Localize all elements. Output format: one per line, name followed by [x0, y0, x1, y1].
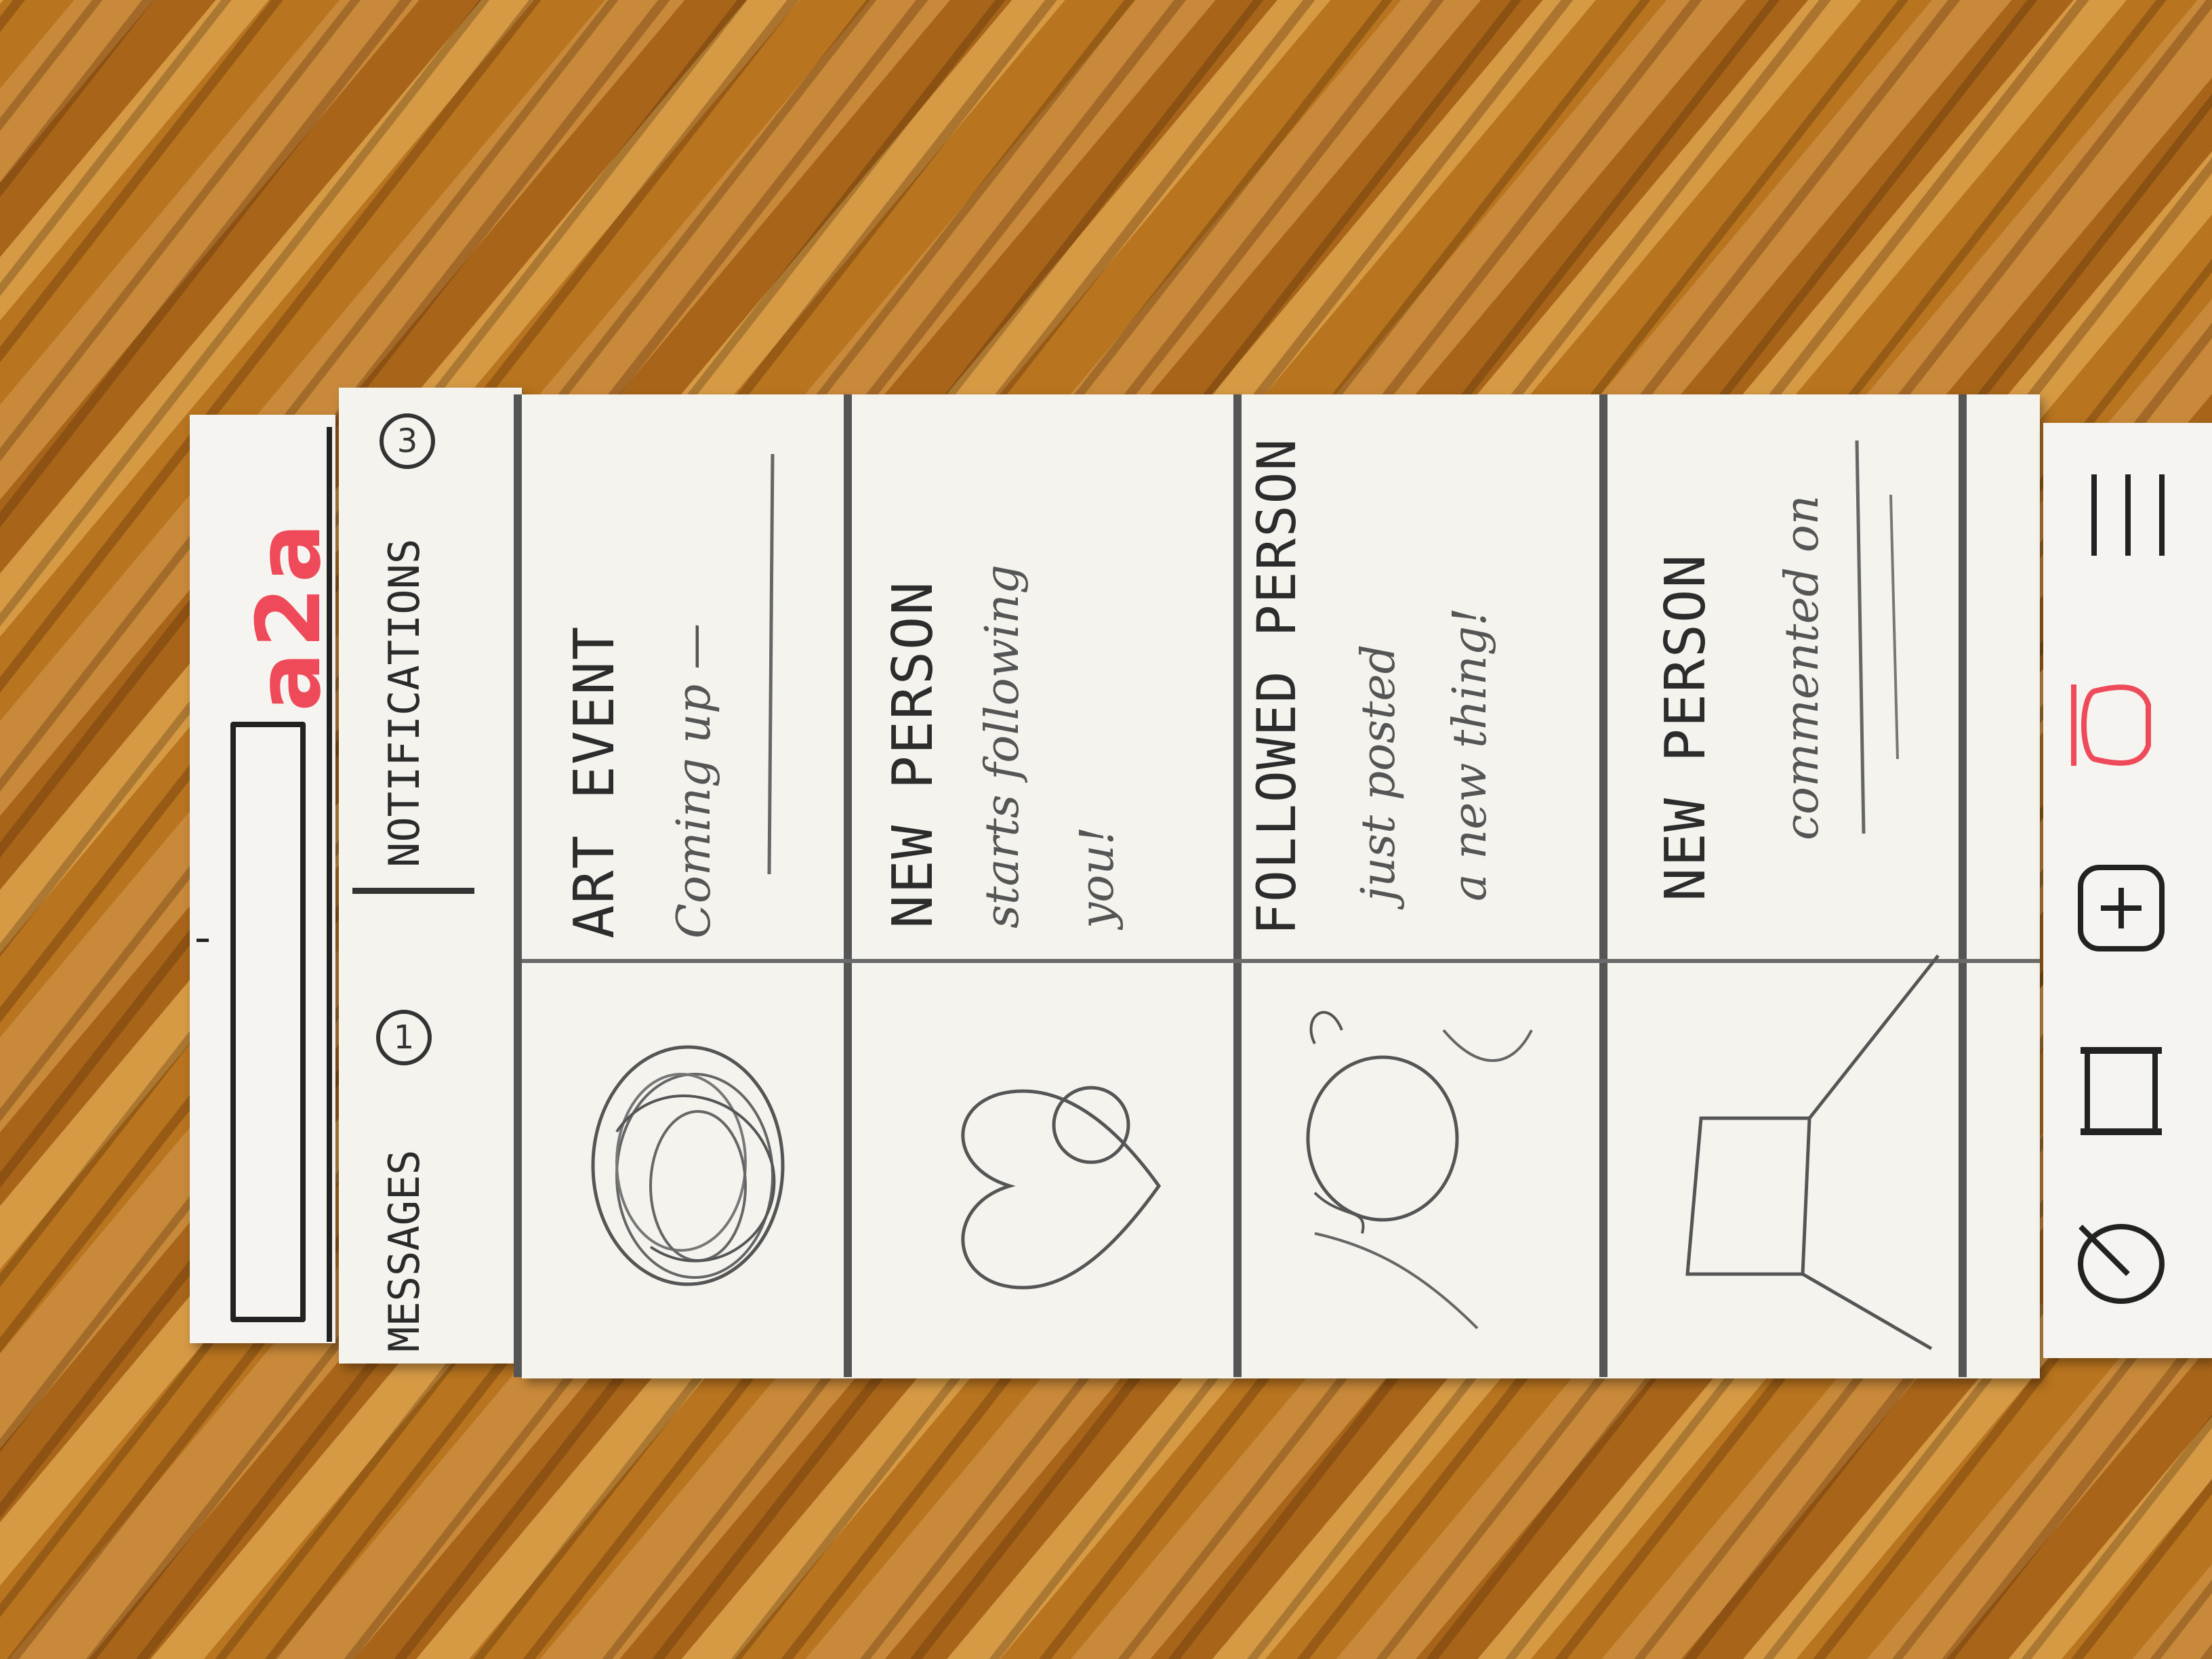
feed-divider: [514, 394, 522, 1377]
feed-divider: [1599, 394, 1607, 1377]
add-icon[interactable]: [2067, 854, 2175, 962]
tab-divider: [352, 888, 474, 894]
bell-icon[interactable]: [2060, 664, 2182, 786]
notification-text: commented on: [1776, 495, 1829, 840]
search-input[interactable]: [230, 722, 306, 1322]
app-logo[interactable]: a2a: [237, 519, 340, 712]
notification-title: NEW PERSON: [1654, 553, 1718, 901]
header-tick-mark: [197, 939, 209, 942]
notification-title: NEW PERSON: [881, 580, 945, 928]
notification-text: starts following: [976, 565, 1029, 928]
picture-frame-icon: [1685, 954, 1940, 1351]
feed-divider: [844, 394, 852, 1377]
notification-title: ART EVENT: [562, 625, 627, 939]
notifications-count-badge: 3: [380, 413, 435, 469]
tab-messages[interactable]: MESSAGES: [380, 1149, 429, 1352]
text-placeholder-line: [1855, 440, 1899, 834]
heart-profile-icon: [961, 1086, 1162, 1290]
notification-title: FOLLOWED PERSON: [1247, 437, 1308, 935]
scribble-circle-icon: [591, 1045, 785, 1286]
text-placeholder-line: [767, 453, 775, 875]
palette-icon[interactable]: [2067, 1206, 2175, 1315]
menu-icon[interactable]: [2074, 461, 2182, 569]
notification-text: a new thing!: [1443, 607, 1497, 901]
tab-notifications[interactable]: NOTIFICATIONS: [380, 539, 429, 867]
notification-text: just posted: [1352, 644, 1406, 901]
notification-text: you!: [1071, 826, 1124, 928]
scribble-animal-icon: [1306, 1010, 1533, 1330]
tab-bar: [339, 388, 522, 1364]
tab-notifications-label: NOTIFICATIONS: [380, 538, 429, 867]
feed-divider: [1959, 394, 1967, 1377]
tab-messages-label: MESSAGES: [380, 1149, 429, 1352]
feed-divider: [1233, 394, 1242, 1377]
notification-text: Coming up —: [668, 623, 721, 939]
scroll-icon[interactable]: [2060, 1030, 2182, 1152]
messages-count-badge: 1: [376, 1010, 432, 1065]
